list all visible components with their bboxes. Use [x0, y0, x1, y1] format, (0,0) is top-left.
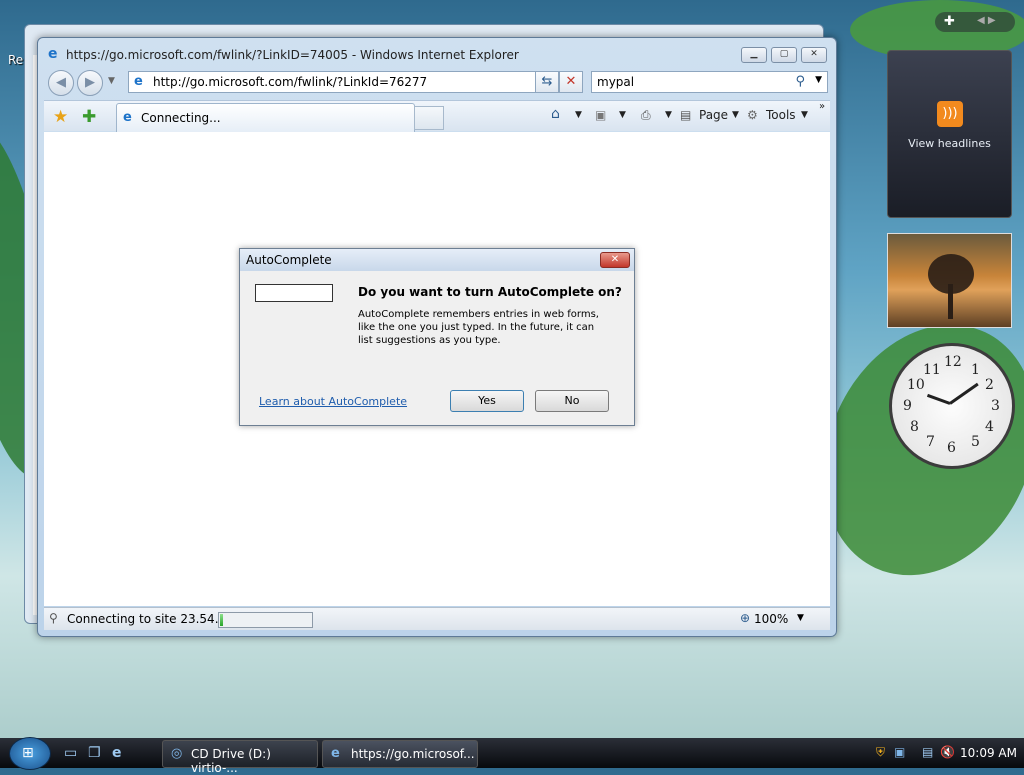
page-menu[interactable]: Page [699, 108, 728, 122]
windows-update-icon[interactable]: ▣ [894, 745, 905, 759]
search-box[interactable]: mypal ⚲ ▼ [591, 71, 828, 93]
gear-icon: ⚙ [747, 108, 758, 122]
clock-numeral: 5 [971, 434, 980, 450]
address-text[interactable]: http://go.microsoft.com/fwlink/?LinkId=7… [153, 75, 427, 89]
window-close-button[interactable]: ✕ [801, 47, 827, 63]
clock-numeral: 3 [991, 398, 1000, 414]
clock-numeral: 9 [903, 398, 912, 414]
clock-numeral: 1 [971, 362, 980, 378]
network-icon[interactable]: ▤ [922, 745, 933, 759]
no-button[interactable]: No [535, 390, 609, 412]
ie-logo-icon: e [48, 46, 58, 62]
feeds-icon[interactable]: ▣ [595, 108, 606, 122]
tools-menu[interactable]: Tools [766, 108, 796, 122]
slideshow-gadget[interactable] [887, 233, 1012, 328]
autocomplete-sample-field [255, 284, 333, 302]
refresh-button[interactable]: ⇆ [535, 71, 559, 93]
dialog-title: AutoComplete [246, 253, 332, 267]
clock-numeral: 7 [926, 434, 935, 450]
ie-quicklaunch-icon[interactable]: e [112, 745, 122, 761]
favorites-star-icon[interactable]: ★ [53, 107, 68, 127]
clock-minute-hand [949, 382, 979, 405]
feeds-dropdown-icon[interactable]: ▼ [619, 110, 626, 120]
tree-trunk [948, 284, 953, 319]
clock-numeral: 8 [910, 419, 919, 435]
desktop-icon-label[interactable]: Re [8, 53, 23, 67]
zoom-icon[interactable]: ⊕ [740, 611, 750, 625]
new-tab-button[interactable] [414, 106, 444, 130]
clock-numeral: 12 [944, 354, 962, 370]
forward-button[interactable]: ▶ [77, 70, 103, 96]
stop-button[interactable]: ✕ [559, 71, 583, 93]
cd-drive-icon: ◎ [171, 746, 183, 761]
progress-bar [218, 612, 313, 628]
dialog-question: Do you want to turn AutoComplete on? [358, 285, 622, 299]
task-label: CD Drive (D:) virtio-... [191, 747, 271, 775]
taskbar-item-cd-drive[interactable]: ◎ CD Drive (D:) virtio-... [162, 740, 318, 775]
window-title: https://go.microsoft.com/fwlink/?LinkID=… [66, 48, 519, 62]
status-search-icon: ⚲ [49, 611, 58, 625]
taskbar-item-ie[interactable]: e https://go.microsof... [322, 740, 478, 768]
clock-numeral: 10 [907, 377, 925, 393]
rss-icon: ))) [937, 101, 963, 127]
autocomplete-dialog[interactable]: AutoComplete ✕ Do you want to turn AutoC… [239, 248, 635, 426]
security-shield-icon[interactable]: ⛨ [876, 745, 885, 760]
recent-pages-dropdown[interactable]: ▼ [108, 76, 115, 86]
chevron-more-icon[interactable]: » [819, 101, 825, 112]
minimize-button[interactable]: ▁ [741, 47, 767, 63]
sidebar-controls: ✚ ◀ ▶ [935, 12, 1015, 32]
ie-task-icon: e [331, 746, 340, 761]
show-desktop-icon[interactable]: ▭ [64, 745, 77, 761]
add-gadget-icon[interactable]: ✚ [944, 14, 955, 29]
clock-numeral: 2 [985, 377, 994, 393]
add-favorites-icon[interactable]: ✚ [82, 107, 96, 127]
clock-hour-hand [926, 393, 951, 405]
back-button[interactable]: ◀ [48, 70, 74, 96]
clock-gadget[interactable]: 12 1 2 3 4 5 6 7 8 9 10 11 [889, 343, 1015, 469]
zoom-dropdown-icon[interactable]: ▼ [797, 613, 804, 623]
maximize-button[interactable]: ▢ [771, 47, 797, 63]
volume-muted-icon[interactable]: 🔇 [940, 745, 955, 759]
search-options-icon[interactable]: ▼ [815, 75, 822, 85]
tools-dropdown-icon[interactable]: ▼ [801, 110, 808, 120]
learn-autocomplete-link[interactable]: Learn about AutoComplete [259, 395, 407, 408]
system-tray: ⛨ ▣ ▤ 🔇 10:09 AM [870, 740, 1024, 766]
page-icon: e [134, 74, 143, 89]
start-button[interactable]: ⊞ [9, 737, 51, 770]
tab-label: Connecting... [141, 111, 221, 125]
switch-windows-icon[interactable]: ❐ [88, 745, 101, 761]
feed-headlines-gadget[interactable]: ))) View headlines [887, 50, 1012, 218]
tab-ie-icon: e [123, 110, 132, 125]
dialog-close-button[interactable]: ✕ [600, 252, 630, 268]
home-dropdown-icon[interactable]: ▼ [575, 110, 582, 120]
print-icon[interactable]: ⎙ [641, 108, 651, 123]
clock-time[interactable]: 10:09 AM [960, 746, 1017, 760]
clock-numeral: 6 [947, 440, 956, 456]
clock-numeral: 11 [923, 362, 941, 378]
gadget-nav-arrows-icon[interactable]: ◀ ▶ [977, 15, 996, 26]
search-icon[interactable]: ⚲ [795, 74, 805, 89]
dialog-description: AutoComplete remembers entries in web fo… [358, 309, 599, 346]
command-bar: ★ ✚ e Connecting... ⌂ ▼ ▣ ▼ ⎙ ▼ ▤ Page ▼… [44, 100, 830, 132]
page-icon-toolbar: ▤ [680, 108, 692, 122]
search-input[interactable]: mypal [597, 75, 634, 89]
status-bar: ⚲ Connecting to site 23.54.70... ⊕ 100% … [44, 607, 830, 630]
print-dropdown-icon[interactable]: ▼ [665, 110, 672, 120]
home-icon[interactable]: ⌂ [551, 106, 560, 122]
yes-button[interactable]: Yes [450, 390, 524, 412]
tab-current[interactable]: e Connecting... [116, 103, 415, 132]
dialog-titlebar: AutoComplete ✕ [240, 249, 634, 271]
address-bar[interactable]: e http://go.microsoft.com/fwlink/?LinkId… [128, 71, 573, 93]
page-dropdown-icon[interactable]: ▼ [732, 110, 739, 120]
task-label: https://go.microsof... [351, 747, 475, 761]
progress-fill [220, 614, 223, 626]
clock-numeral: 4 [985, 419, 994, 435]
windows-logo-icon: ⊞ [22, 745, 34, 761]
feeds-label[interactable]: View headlines [888, 137, 1011, 150]
zoom-level[interactable]: 100% [754, 612, 788, 626]
